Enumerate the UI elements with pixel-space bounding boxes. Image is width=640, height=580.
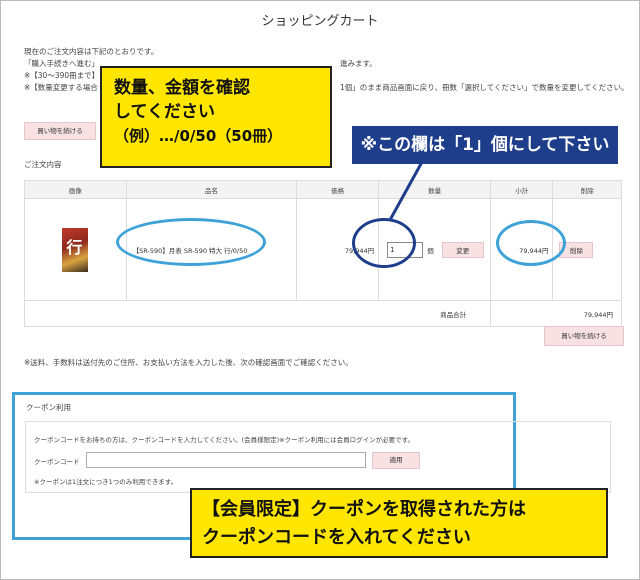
callout-text-line: （例）…/0/50（50冊） [114,127,283,145]
coupon-input-label: クーポンコード [34,458,80,466]
intro-line-2: 「購入手続きへ進む」 [24,59,99,68]
coupon-description: クーポンコードをお持ちの方は、クーポンコードを入力してください。(会員様限定)※… [34,436,414,444]
total-value: 79,944円 [490,300,622,327]
callout-text-line: 数量、金額を確認 [114,78,250,98]
callout-text-line: してください [114,102,215,122]
callout-text-line: クーポンコードを入れてください [202,527,471,548]
quantity-unit: 個 [427,246,434,255]
subtotal-highlight [496,220,566,266]
continue-shopping-button-bottom[interactable]: 買い物を続ける [544,326,624,346]
product-name-highlight [116,218,266,266]
column-header-subtotal: 小計 [490,180,554,199]
cart-header-row: 画像 品名 価格 数量 小計 削除 [24,180,622,199]
callout-text-line: 【会員限定】クーポンを取得された方は [202,499,526,520]
check-quantity-callout: 数量、金額を確認 してください （例）…/0/50（50冊） [100,66,332,168]
quantity-one-callout: ※この欄は「1」個にして下さい [352,126,618,164]
coupon-note: ※クーポンは1注文につき1つのみ利用できます。 [34,478,178,486]
intro-line-4-tail: 1個」のまま商品画面に戻り、冊数「選択してください」で数量を変更してください。 [340,83,629,92]
intro-line-3: ※【30～390冊まで】 [24,71,100,80]
coupon-title: クーポン利用 [26,403,71,412]
total-label: 商品合計 [296,300,492,327]
shipping-note: ※送料、手数料は送付先のご住所、お支払い方法を入力した後、次の確認画面でご確認く… [24,358,353,367]
continue-shopping-button-top[interactable]: 買い物を続ける [24,122,96,140]
quantity-highlight [352,218,416,268]
column-header-delete: 削除 [552,180,622,199]
cart-total-row: 商品合計 79,944円 [23,300,622,327]
column-header-price: 価格 [296,180,380,199]
column-header-image: 画像 [24,180,127,199]
cart-section-label: ご注文内容 [24,160,62,169]
change-quantity-button[interactable]: 変更 [441,241,484,258]
page-title: ショッピングカート [261,14,379,29]
intro-line-1: 現在のご注文内容は下記のとおりです。 [24,47,159,56]
coupon-code-input[interactable] [86,452,366,468]
callout-arrow-line [388,161,424,221]
intro-line-2-tail: 進みます。 [340,59,377,68]
product-thumbnail[interactable]: 行 [62,227,89,272]
cart-item-image-cell: 行 [24,198,127,301]
coupon-member-callout: 【会員限定】クーポンを取得された方は クーポンコードを入れてください [190,488,608,558]
apply-coupon-button[interactable]: 適用 [372,452,420,469]
column-header-name: 品名 [125,180,298,199]
intro-line-4: ※【数量変更する場合 [24,83,98,92]
